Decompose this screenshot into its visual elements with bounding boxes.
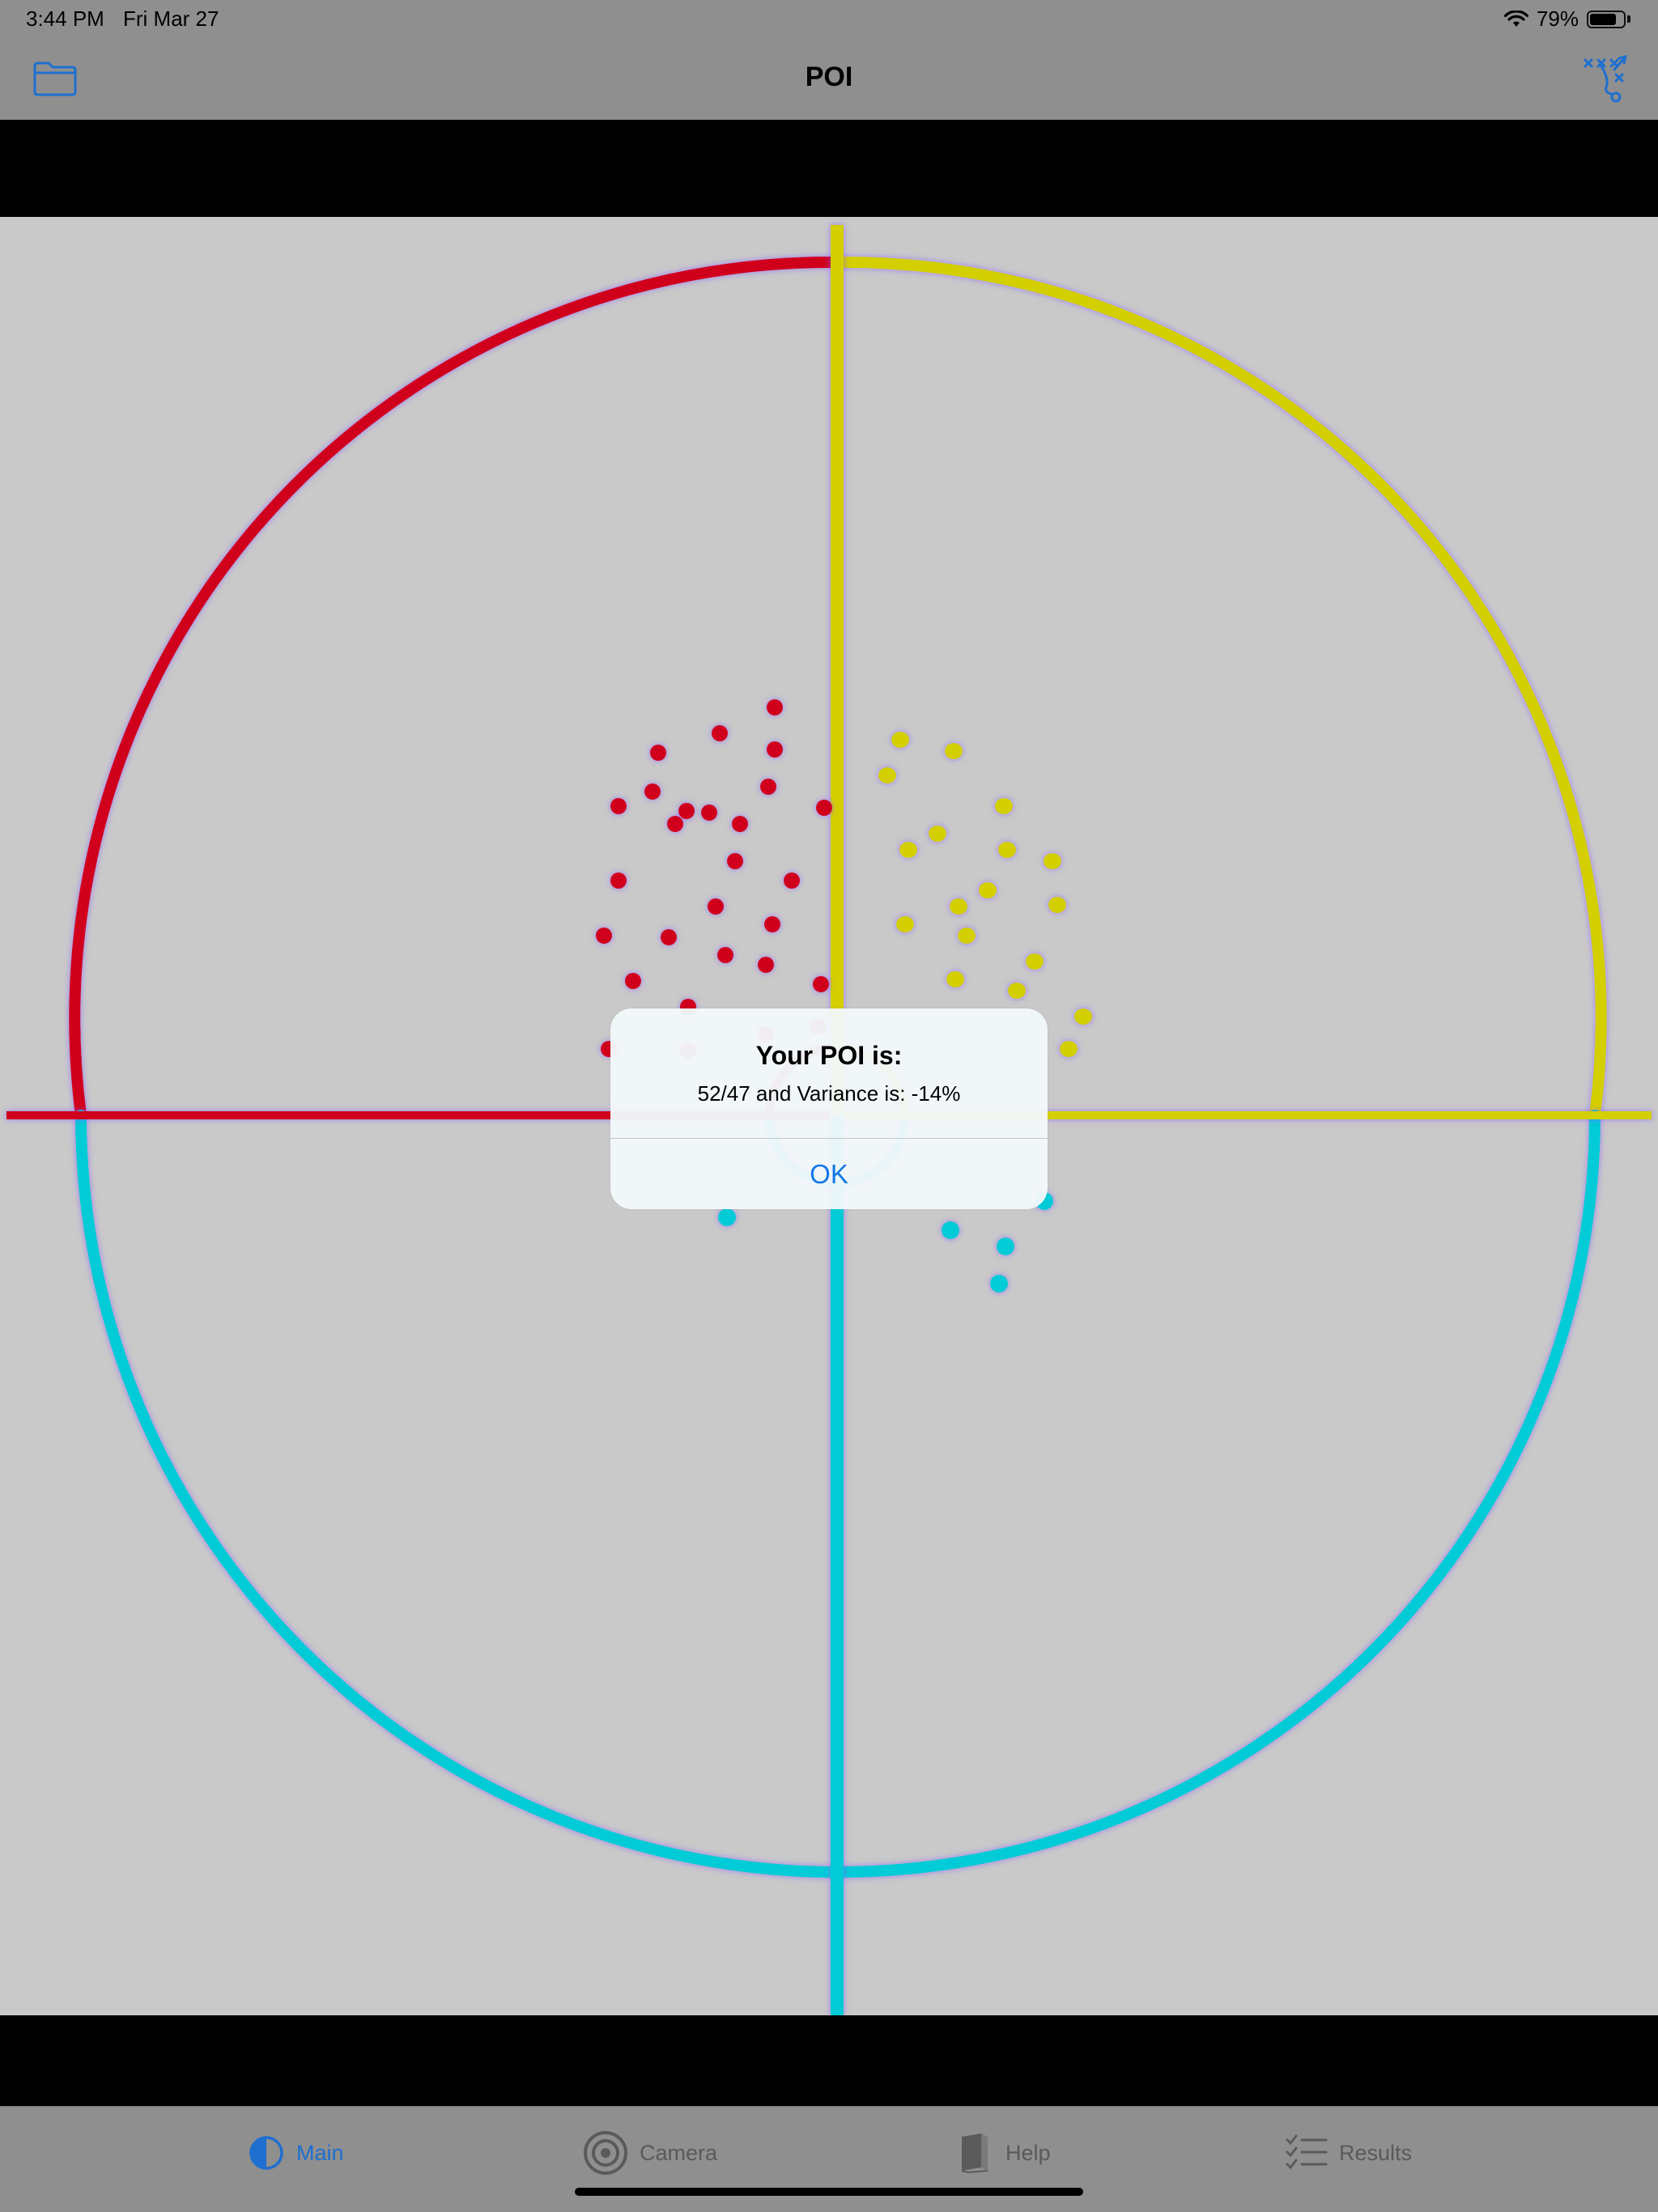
shot-mark (995, 798, 1013, 814)
tab-camera[interactable]: Camera (583, 2129, 717, 2176)
shot-mark (650, 745, 666, 761)
battery-cap (1627, 15, 1630, 23)
shot-mark (717, 947, 733, 963)
shot-mark (1008, 983, 1026, 999)
shot-mark (644, 783, 661, 800)
shot-mark (816, 800, 832, 816)
shot-mark (929, 826, 946, 842)
shot-mark (767, 741, 783, 758)
shot-mark (784, 872, 800, 889)
shot-mark (1048, 897, 1066, 913)
shot-mark (891, 732, 909, 748)
alert-message: 52/47 and Variance is: -14% (697, 1081, 961, 1106)
tab-main-label: Main (296, 2140, 344, 2165)
shot-mark (610, 798, 627, 814)
tab-camera-label: Camera (640, 2140, 718, 2165)
alert-title: Your POI is: (755, 1041, 903, 1070)
shot-mark (942, 1221, 959, 1239)
shot-mark (610, 872, 627, 889)
shot-mark (701, 805, 717, 821)
shot-mark (945, 743, 963, 759)
camera-band-bottom (0, 2015, 1658, 2106)
shot-mark (1074, 1008, 1092, 1025)
shot-mark (990, 1275, 1008, 1293)
page-title: POI (805, 62, 853, 92)
half-circle-icon (249, 2136, 283, 2170)
shot-mark (899, 842, 917, 858)
book-icon (961, 2133, 988, 2174)
shot-mark (727, 853, 743, 869)
tab-results-label: Results (1339, 2140, 1413, 2165)
status-date: Fri Mar 27 (123, 6, 219, 31)
tab-main[interactable]: Main (248, 2129, 344, 2176)
tab-bar: Main Camera Help Results (0, 2106, 1658, 2212)
status-bar: 3:44 PM Fri Mar 27 79% (0, 0, 1658, 39)
status-time: 3:44 PM (26, 6, 104, 31)
shot-mark (678, 803, 695, 819)
shot-mark (997, 1238, 1014, 1255)
shot-mark (958, 928, 976, 944)
shot-mark (625, 973, 641, 989)
ok-button[interactable]: OK (610, 1139, 1048, 1209)
shot-mark (764, 916, 780, 932)
shot-mark (896, 916, 914, 932)
shot-mark (950, 898, 967, 915)
shot-mark (1060, 1041, 1078, 1057)
tab-help[interactable]: Help (957, 2129, 1051, 2176)
navigation-bar: POI (0, 39, 1658, 120)
shot-mark (661, 929, 677, 945)
shot-mark (946, 971, 964, 987)
play-diagram-icon[interactable] (1582, 55, 1630, 104)
shot-mark (979, 882, 997, 898)
poi-alert: Your POI is: 52/47 and Variance is: -14%… (610, 1008, 1048, 1209)
shot-mark (1026, 953, 1044, 970)
shot-mark (718, 1208, 736, 1226)
shot-mark (708, 898, 724, 915)
tab-help-label: Help (1005, 2140, 1051, 2165)
ring-top-right (831, 256, 1607, 1121)
wifi-icon (1503, 10, 1528, 27)
tab-results[interactable]: Results (1286, 2129, 1412, 2176)
shot-mark (760, 779, 776, 795)
ring-top-left (69, 256, 843, 1121)
shot-mark (998, 842, 1016, 858)
shot-mark (813, 976, 829, 992)
shot-mark (767, 699, 783, 715)
shot-mark (712, 725, 728, 741)
shot-mark (667, 816, 683, 832)
shot-mark (596, 928, 612, 944)
battery-fill (1590, 13, 1616, 25)
status-indicators: 79% (1503, 6, 1630, 32)
shot-mark (1044, 853, 1061, 869)
camera-band-top (0, 120, 1658, 217)
battery-percent: 79% (1536, 6, 1579, 31)
shot-mark (732, 816, 748, 832)
battery-icon (1587, 10, 1626, 28)
home-indicator (575, 2188, 1083, 2196)
target-icon (584, 2131, 627, 2175)
shot-mark (758, 957, 774, 973)
shot-mark (878, 767, 896, 783)
checklist-icon (1286, 2134, 1328, 2170)
